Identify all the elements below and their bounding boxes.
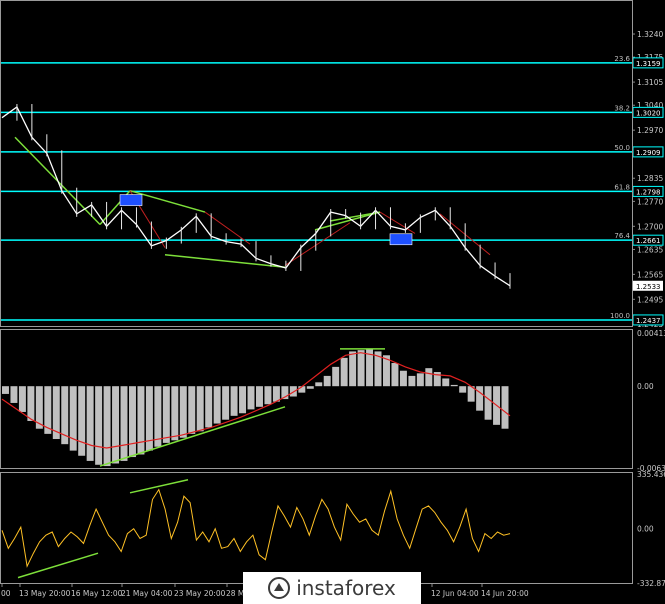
price-tick-label: 1.3240 xyxy=(637,30,663,39)
fib-level-price: 1.2661 xyxy=(636,237,661,245)
price-tick-label: 1.3105 xyxy=(637,78,663,87)
price-tick-label: 1.2565 xyxy=(637,270,663,279)
macd-bar xyxy=(501,386,509,429)
price-tick-label: 1.2770 xyxy=(637,197,663,206)
macd-bar xyxy=(399,370,407,387)
marker-box xyxy=(389,233,413,246)
macd-bar xyxy=(459,386,467,393)
macd-bar xyxy=(120,386,128,461)
logo-text: instaforex xyxy=(296,576,396,600)
current-price-label: 1.2533 xyxy=(633,280,663,291)
macd-bar xyxy=(256,386,263,407)
macd-bar xyxy=(416,373,424,387)
macd-bar xyxy=(349,351,357,387)
macd-bar xyxy=(213,386,221,424)
price-tick-label: 1.2700 xyxy=(637,222,663,231)
price-tick-label: 1.2835 xyxy=(637,174,663,183)
macd-bar xyxy=(2,386,9,394)
fib-level-price: 1.2437 xyxy=(636,317,661,325)
macd-bar xyxy=(247,386,255,410)
cci-tick-label: 0.00 xyxy=(637,525,654,534)
fib-level-price: 1.2798 xyxy=(636,188,661,196)
cci-tick-label: -332.874 xyxy=(637,579,665,588)
macd-bar xyxy=(179,386,187,438)
macd-tick-label: 0.00413 xyxy=(637,329,665,338)
price-tick-label: 1.2970 xyxy=(637,126,663,135)
macd-bar xyxy=(408,375,416,387)
fib-level-percent: 100.0 xyxy=(610,312,630,320)
time-label: 00 xyxy=(1,589,11,598)
macd-bar xyxy=(315,382,323,387)
macd-bar xyxy=(95,386,103,465)
macd-bar xyxy=(188,386,196,434)
macd-bar xyxy=(306,386,314,389)
time-label: 14 Jun 20:00 xyxy=(481,589,529,598)
price-tick-label: 1.2635 xyxy=(637,245,663,254)
macd-bar xyxy=(205,386,213,428)
macd-bar xyxy=(239,386,247,414)
time-label: 12 Jun 04:00 xyxy=(431,589,479,598)
fib-level-price: 1.3159 xyxy=(636,60,661,68)
macd-bar xyxy=(484,386,492,420)
fib-level-price: 1.3020 xyxy=(636,109,661,117)
macd-bar xyxy=(18,386,26,412)
macd-bar xyxy=(10,386,18,403)
macd-bar xyxy=(162,386,170,443)
macd-bar xyxy=(27,386,35,421)
time-label: 21 May 04:00 xyxy=(121,589,173,598)
fib-level-percent: 76.4 xyxy=(614,232,630,240)
chart-canvas: 1.32401.31751.31051.30401.29701.29051.28… xyxy=(0,0,665,604)
macd-bar xyxy=(112,386,120,464)
fib-level-percent: 38.2 xyxy=(614,104,630,112)
macd-bar xyxy=(357,350,365,387)
macd-bar xyxy=(272,386,280,402)
macd-bar xyxy=(129,386,136,458)
macd-bar xyxy=(171,386,179,441)
logo-mark-icon xyxy=(268,577,291,599)
price-tick-label: 1.2495 xyxy=(637,295,663,304)
macd-bar xyxy=(137,386,145,455)
macd-bar xyxy=(450,384,458,387)
macd-bar xyxy=(332,366,340,387)
macd-bar xyxy=(391,363,399,387)
macd-bar xyxy=(86,386,94,461)
time-label: 16 May 12:00 xyxy=(71,589,123,598)
macd-bar xyxy=(264,386,272,405)
current-price-value: 1.2533 xyxy=(636,283,661,291)
macd-bar xyxy=(230,386,238,416)
time-label: 23 May 20:00 xyxy=(174,589,226,598)
cci-tick-label: 335.4369 xyxy=(637,470,665,479)
macd-bar xyxy=(69,386,77,451)
marker-box xyxy=(119,194,143,206)
macd-bar xyxy=(154,386,162,447)
macd-bar xyxy=(78,386,86,456)
macd-bar xyxy=(340,357,348,387)
macd-bar xyxy=(103,386,111,467)
fib-level-percent: 23.6 xyxy=(614,55,630,63)
macd-bar xyxy=(323,375,331,387)
time-label: 13 May 20:00 xyxy=(19,589,71,598)
fib-level-price: 1.2909 xyxy=(636,149,661,157)
macd-tick-label: 0.00 xyxy=(637,382,654,391)
macd-bar xyxy=(196,386,204,432)
fib-level-percent: 50.0 xyxy=(614,144,630,152)
fib-level-percent: 61.8 xyxy=(614,183,630,191)
instaforex-logo: instaforex xyxy=(243,572,421,604)
macd-bar xyxy=(425,368,433,387)
macd-bar xyxy=(442,378,450,387)
macd-bar xyxy=(222,386,230,420)
